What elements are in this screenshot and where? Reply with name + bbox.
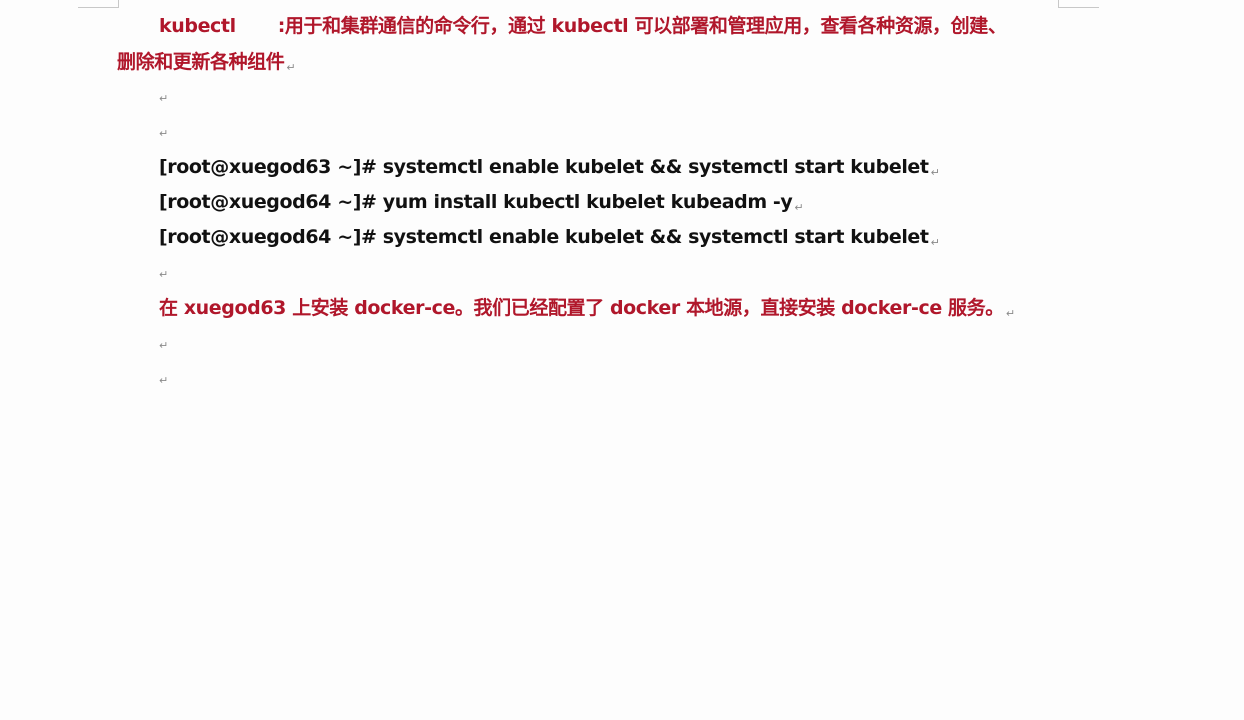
margin-corner-top-left xyxy=(78,0,119,8)
intro-description-cont: 删除和更新各种组件 xyxy=(117,51,285,73)
command-line-2: [root@xuegod64 ~]# yum install kubectl k… xyxy=(159,190,804,220)
document-page: kubectl :用于和集群通信的命令行，通过 kubectl 可以部署和管理应用… xyxy=(0,0,1244,720)
paragraph-mark-icon: ↵ xyxy=(1005,307,1015,320)
paragraph-mark-icon: ↵ xyxy=(930,166,940,179)
margin-corner-top-right xyxy=(1058,0,1099,8)
paragraph-mark-icon: ↵ xyxy=(930,236,940,249)
intro-description: :用于和集群通信的命令行，通过 kubectl 可以部署和管理应用，查看各种资源… xyxy=(277,15,1007,37)
empty-paragraph: ↵ xyxy=(159,374,169,387)
install-note: 在 xuegod63 上安装 docker-ce。我们已经配置了 docker … xyxy=(159,296,1015,326)
empty-paragraph: ↵ xyxy=(159,92,169,105)
paragraph-mark-icon: ↵ xyxy=(794,201,804,214)
command-text: [root@xuegod64 ~]# systemctl enable kube… xyxy=(159,226,929,248)
install-note-text: 在 xuegod63 上安装 docker-ce。我们已经配置了 docker … xyxy=(159,297,1004,319)
empty-paragraph: ↵ xyxy=(159,268,169,281)
command-text: [root@xuegod64 ~]# yum install kubectl k… xyxy=(159,191,793,213)
paragraph-mark-icon: ↵ xyxy=(286,61,296,74)
intro-term: kubectl xyxy=(159,15,236,37)
command-line-1: [root@xuegod63 ~]# systemctl enable kube… xyxy=(159,155,940,185)
empty-paragraph: ↵ xyxy=(159,127,169,140)
intro-line-2: 删除和更新各种组件 ↵ xyxy=(117,50,296,80)
command-text: [root@xuegod63 ~]# systemctl enable kube… xyxy=(159,156,929,178)
command-line-3: [root@xuegod64 ~]# systemctl enable kube… xyxy=(159,225,940,255)
empty-paragraph: ↵ xyxy=(159,339,169,352)
intro-line-1: kubectl :用于和集群通信的命令行，通过 kubectl 可以部署和管理应用… xyxy=(159,14,1007,38)
